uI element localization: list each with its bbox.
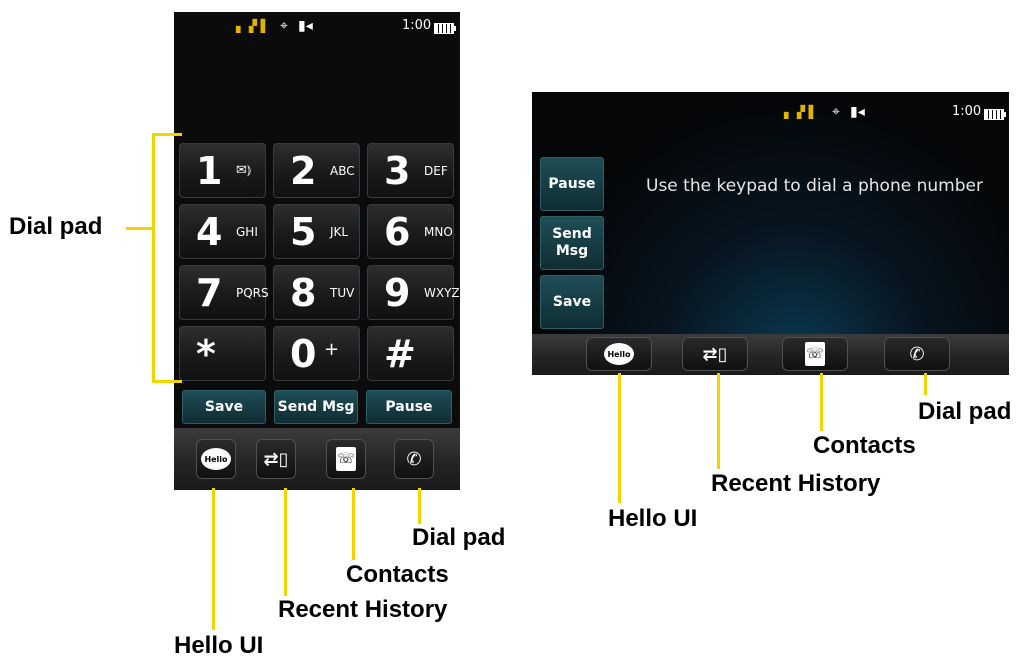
- battery-icon: [982, 107, 1006, 123]
- callout-line: [152, 133, 182, 136]
- key-8[interactable]: 8 TUV: [273, 265, 360, 320]
- key-1[interactable]: 1 ✉⦆: [179, 143, 266, 198]
- status-time: 1:00: [402, 18, 432, 33]
- key-hash[interactable]: #: [367, 326, 454, 381]
- callout-line: [126, 227, 152, 230]
- callout-line: [820, 373, 823, 431]
- key-digit: 4: [196, 210, 223, 254]
- key-digit: 2: [290, 149, 317, 193]
- pause-button[interactable]: Pause: [540, 157, 604, 211]
- key-6[interactable]: 6 MNO: [367, 204, 454, 259]
- callout-hello-ui-label: Hello UI: [174, 632, 264, 659]
- key-letters: ABC: [330, 164, 355, 178]
- phone-status-icon: ▮◂: [850, 104, 865, 120]
- key-letters: JKL: [330, 225, 349, 239]
- key-9[interactable]: 9 WXYZ: [367, 265, 460, 320]
- voicemail-icon: ✉⦆: [236, 163, 252, 178]
- dial-pad-icon: ✆: [909, 343, 925, 365]
- key-2[interactable]: 2 ABC: [273, 143, 360, 198]
- callout-dial-pad-label: Dial pad: [412, 524, 506, 551]
- landscape-phone-screen: ▖▗▘▌ ⌖ ▮◂ 1:00 Pause Send Msg Save Use t…: [532, 92, 1009, 375]
- save-button[interactable]: Save: [182, 390, 266, 424]
- gps-icon: ⌖: [832, 104, 840, 120]
- callout-line: [212, 488, 215, 630]
- contacts-button[interactable]: ☏: [782, 337, 848, 371]
- key-digit: 0: [290, 332, 317, 376]
- signal-icon: ▖▗▘▌: [784, 105, 818, 119]
- save-button[interactable]: Save: [540, 275, 604, 329]
- bottom-dock: Hello ⇄▯ ☏ ✆: [174, 428, 460, 490]
- key-4[interactable]: 4 GHI: [179, 204, 266, 259]
- callout-line: [717, 373, 720, 469]
- key-digit: 8: [290, 271, 317, 315]
- callout-dial-pad-label: Dial pad: [9, 213, 103, 240]
- callout-line: [284, 488, 287, 596]
- key-0[interactable]: 0 +: [273, 326, 360, 381]
- key-letters: TUV: [330, 286, 355, 300]
- key-letters: GHI: [236, 225, 258, 239]
- key-letters: MNO: [424, 225, 453, 239]
- key-3[interactable]: 3 DEF: [367, 143, 454, 198]
- recent-history-button[interactable]: ⇄▯: [682, 337, 748, 371]
- pause-button[interactable]: Pause: [366, 390, 452, 424]
- key-letters: PQRS: [236, 286, 269, 300]
- gps-icon: ⌖: [280, 18, 288, 34]
- recent-history-icon: ⇄▯: [263, 448, 289, 470]
- key-star[interactable]: *: [179, 326, 266, 381]
- callout-line: [152, 133, 155, 383]
- battery-icon: [432, 21, 456, 37]
- callout-hello-ui-label: Hello UI: [608, 505, 698, 532]
- key-letters: WXYZ: [424, 286, 460, 300]
- dial-pad-button[interactable]: ✆: [884, 337, 950, 371]
- callout-recent-history-label: Recent History: [711, 470, 881, 497]
- key-7[interactable]: 7 PQRS: [179, 265, 269, 320]
- key-digit: 9: [384, 271, 411, 315]
- hello-icon: Hello: [201, 448, 231, 470]
- key-digit: 5: [290, 210, 317, 254]
- status-time: 1:00: [952, 104, 982, 119]
- phone-status-icon: ▮◂: [298, 18, 313, 34]
- key-digit: 3: [384, 149, 411, 193]
- signal-icon: ▖▗▘▌: [236, 19, 270, 33]
- contacts-button[interactable]: ☏: [326, 439, 366, 479]
- key-digit: 6: [384, 210, 411, 254]
- dial-pad-button[interactable]: ✆: [394, 439, 434, 479]
- key-letters: +: [324, 339, 340, 360]
- key-digit: 1: [196, 149, 223, 193]
- callout-dial-pad-label: Dial pad: [918, 398, 1012, 425]
- callout-recent-history-label: Recent History: [278, 596, 448, 623]
- send-msg-button[interactable]: Send Msg: [274, 390, 358, 424]
- hello-icon: Hello: [604, 343, 634, 365]
- callout-line: [152, 380, 182, 383]
- key-digit: *: [196, 332, 216, 376]
- dial-hint-text: Use the keypad to dial a phone number: [646, 176, 983, 196]
- callout-line: [418, 488, 421, 524]
- hello-ui-button[interactable]: Hello: [196, 439, 236, 479]
- recent-history-button[interactable]: ⇄▯: [256, 439, 296, 479]
- callout-line: [924, 373, 927, 395]
- callout-line: [352, 488, 355, 560]
- key-5[interactable]: 5 JKL: [273, 204, 360, 259]
- key-digit: #: [384, 332, 416, 376]
- key-letters: DEF: [424, 164, 448, 178]
- hello-ui-button[interactable]: Hello: [586, 337, 652, 371]
- callout-line: [618, 373, 621, 503]
- bottom-dock: Hello ⇄▯ ☏ ✆: [532, 334, 1009, 375]
- callout-contacts-label: Contacts: [813, 432, 916, 459]
- key-digit: 7: [196, 271, 223, 315]
- callout-contacts-label: Contacts: [346, 561, 449, 588]
- send-msg-button[interactable]: Send Msg: [540, 216, 604, 270]
- contacts-icon: ☏: [336, 447, 356, 471]
- recent-history-icon: ⇄▯: [702, 343, 728, 365]
- portrait-phone-screen: ▖▗▘▌ ⌖ ▮◂ 1:00 1 ✉⦆ 2 ABC 3 DEF 4 GHI 5 …: [174, 12, 460, 490]
- dial-pad-icon: ✆: [406, 448, 422, 470]
- contacts-icon: ☏: [805, 342, 825, 366]
